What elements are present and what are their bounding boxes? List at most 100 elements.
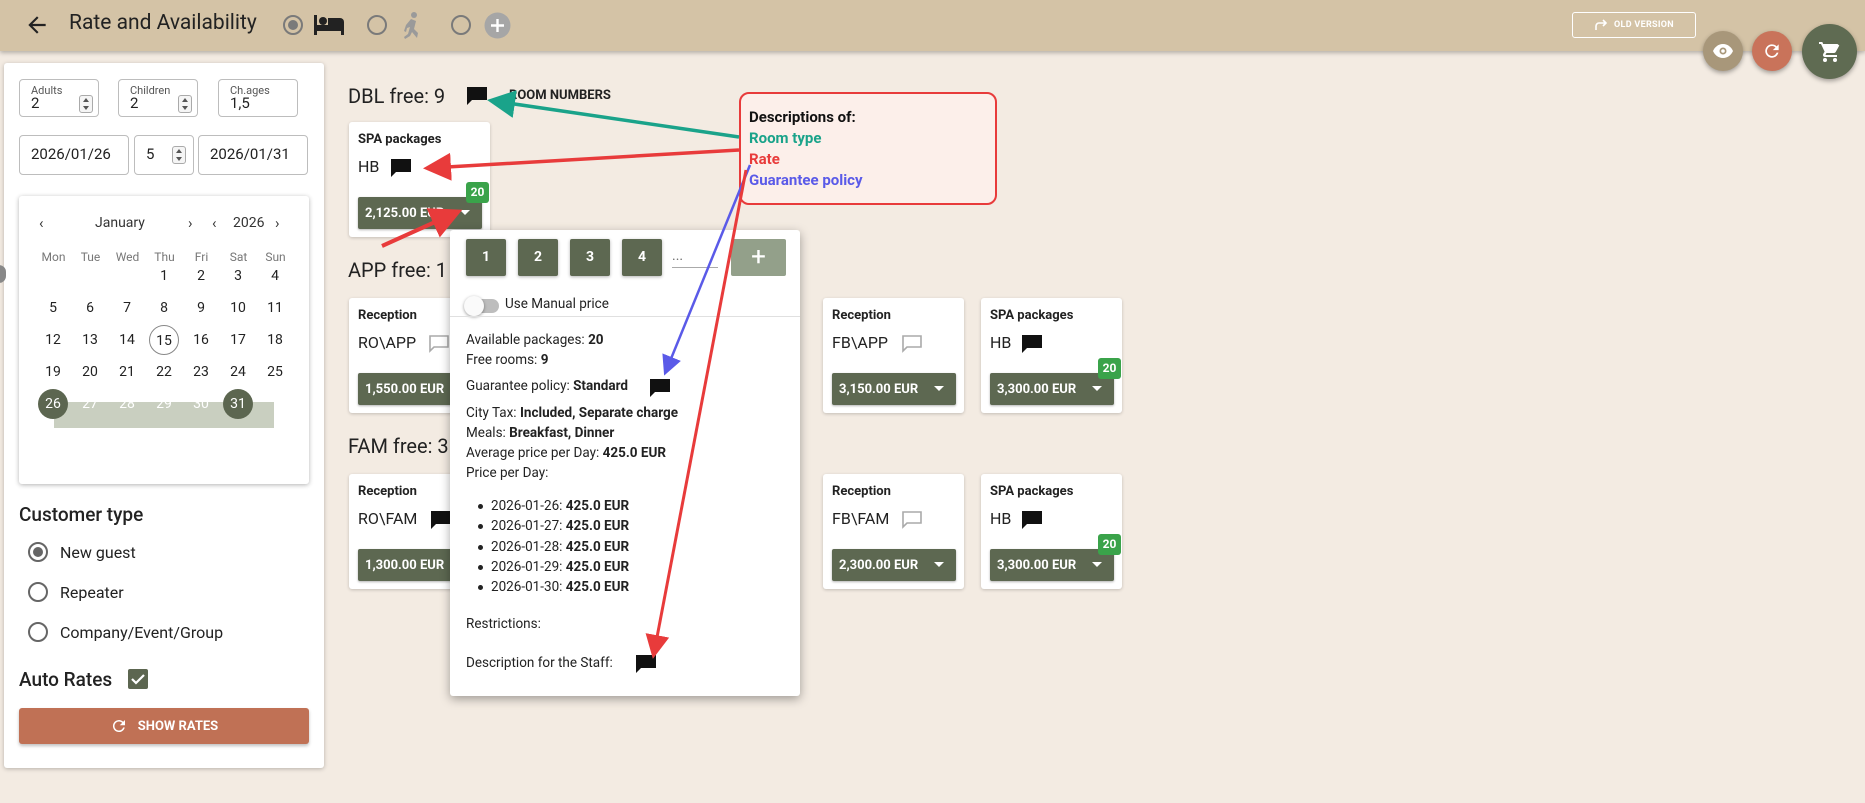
children-stepper[interactable] (178, 95, 192, 113)
calendar-day[interactable]: 29 (149, 389, 179, 419)
checkout-date: 2026/01/31 (210, 145, 290, 163)
price-button[interactable]: 2,125.00 EUR (358, 197, 482, 229)
calendar-day[interactable]: 3 (223, 261, 253, 291)
manual-price-toggle-knob[interactable] (464, 296, 484, 316)
calendar-day[interactable]: 4 (260, 261, 290, 291)
calendar-day[interactable]: 16 (186, 325, 216, 355)
calendar-day[interactable]: 13 (75, 325, 105, 355)
rate-description-empty-icon[interactable] (901, 510, 923, 530)
meals-row: Meals: Breakfast, Dinner (466, 425, 614, 441)
preview-button[interactable] (1703, 31, 1743, 71)
price-button[interactable]: 3,150.00 EUR (832, 373, 956, 405)
pax-button-2[interactable]: 2 (518, 239, 558, 276)
adults-stepper[interactable] (79, 95, 93, 113)
calendar-day[interactable]: 30 (186, 389, 216, 419)
radio-new-guest[interactable] (28, 542, 48, 562)
calendar-day[interactable]: 1 (149, 261, 179, 291)
nights-field[interactable]: 5 (134, 135, 194, 175)
pax-button-3[interactable]: 3 (570, 239, 610, 276)
add-pax-button[interactable]: + (731, 239, 786, 276)
calendar-day[interactable]: 15 (149, 325, 179, 355)
prev-year-icon[interactable]: ‹ (212, 214, 217, 232)
calendar-day[interactable]: 24 (223, 357, 253, 387)
rate-description-icon[interactable] (390, 158, 412, 178)
calendar-day[interactable]: 26 (38, 389, 68, 419)
rate-description-icon[interactable] (1021, 334, 1043, 354)
children-field[interactable]: Children 2 (118, 79, 198, 117)
price-button[interactable]: 2,300.00 EUR (832, 549, 956, 581)
price-button[interactable]: 3,300.00 EUR (990, 549, 1114, 581)
pax-button-1[interactable]: 1 (466, 239, 506, 276)
calendar-day[interactable]: 5 (38, 293, 68, 323)
price-button[interactable]: 3,300.00 EUR (990, 373, 1114, 405)
prev-month-icon[interactable]: ‹ (39, 214, 44, 232)
rate-description-empty-icon[interactable] (428, 334, 450, 354)
pax-custom-input[interactable]: ... (672, 248, 718, 268)
rate-card[interactable]: Reception FB\FAM 2,300.00 EUR (823, 474, 964, 589)
calendar-day[interactable]: 23 (186, 357, 216, 387)
auto-rates-label: Auto Rates (19, 668, 113, 691)
refresh-button[interactable] (1752, 31, 1792, 71)
rate-card[interactable]: SPA packages HB 3,300.00 EUR 20 (981, 474, 1122, 589)
mode-radio-accommodation[interactable] (283, 15, 303, 35)
calendar-day[interactable]: 6 (75, 293, 105, 323)
calendar-day[interactable]: 27 (75, 389, 105, 419)
calendar-day[interactable]: 12 (38, 325, 68, 355)
calendar-day[interactable]: 10 (223, 293, 253, 323)
rate-card[interactable]: SPA packages HB 3,300.00 EUR 20 (981, 298, 1122, 413)
checkout-date-field[interactable]: 2026/01/31 (198, 135, 308, 175)
auto-rates-checkbox[interactable] (128, 669, 148, 689)
calendar-day[interactable]: 9 (186, 293, 216, 323)
mode-radio-extras[interactable] (451, 15, 471, 35)
rate-card[interactable]: Reception FB\APP 3,150.00 EUR (823, 298, 964, 413)
customer-type-new-guest[interactable]: New guest (28, 540, 136, 564)
radio-repeater[interactable] (28, 582, 48, 602)
calendar-day[interactable]: 31 (223, 389, 253, 419)
rate-description-icon[interactable] (430, 510, 452, 530)
day-date: 2026-01-28: (491, 539, 563, 555)
weekday-label: Mon (41, 250, 66, 264)
calendar-day[interactable]: 21 (112, 357, 142, 387)
calendar-day[interactable]: 22 (149, 357, 179, 387)
checkin-date-field[interactable]: 2026/01/26 (19, 135, 129, 175)
room-description-icon[interactable] (466, 86, 488, 106)
pax-button-4[interactable]: 4 (622, 239, 662, 276)
guarantee-description-icon[interactable] (649, 378, 671, 398)
calendar-day[interactable]: 17 (223, 325, 253, 355)
restrictions-label: Restrictions: (466, 616, 541, 632)
annotation-box: Descriptions of: Room type Rate Guarante… (739, 92, 997, 205)
rate-description-empty-icon[interactable] (901, 334, 923, 354)
radio-company[interactable] (28, 622, 48, 642)
calendar-day[interactable]: 18 (260, 325, 290, 355)
calendar-day[interactable]: 20 (75, 357, 105, 387)
staff-description-icon[interactable] (635, 654, 657, 674)
next-month-icon[interactable]: › (188, 214, 193, 232)
old-version-button[interactable]: OLD VERSION (1572, 12, 1696, 38)
day-date: 2026-01-30: (491, 579, 563, 595)
arrow-back-icon[interactable] (24, 12, 50, 38)
adults-field[interactable]: Adults 2 (19, 79, 99, 117)
price-value: 2,125.00 EUR (365, 205, 445, 221)
rate-card-title: Reception (832, 308, 891, 323)
child-ages-field[interactable]: Ch.ages 1,5 (218, 79, 298, 117)
rate-card[interactable]: SPA packages HB 2,125.00 EUR 20 (349, 122, 490, 237)
calendar-day[interactable]: 2 (186, 261, 216, 291)
next-year-icon[interactable]: › (275, 214, 280, 232)
adults-value: 2 (31, 94, 40, 112)
calendar-day[interactable]: 7 (112, 293, 142, 323)
calendar-day[interactable]: 25 (260, 357, 290, 387)
calendar-day[interactable]: 8 (149, 293, 179, 323)
calendar-day[interactable]: 11 (260, 293, 290, 323)
cart-button[interactable] (1802, 24, 1857, 79)
mode-radio-activities[interactable] (367, 15, 387, 35)
nights-stepper[interactable] (172, 146, 186, 164)
calendar-day[interactable]: 14 (112, 325, 142, 355)
show-rates-button[interactable]: SHOW RATES (19, 708, 309, 744)
child-ages-value: 1,5 (230, 94, 250, 112)
calendar-day[interactable]: 28 (112, 389, 142, 419)
rate-card-title: Reception (358, 308, 417, 323)
customer-type-repeater[interactable]: Repeater (28, 580, 124, 604)
rate-description-icon[interactable] (1021, 510, 1043, 530)
calendar-day[interactable]: 19 (38, 357, 68, 387)
customer-type-company[interactable]: Company/Event/Group (28, 620, 223, 644)
